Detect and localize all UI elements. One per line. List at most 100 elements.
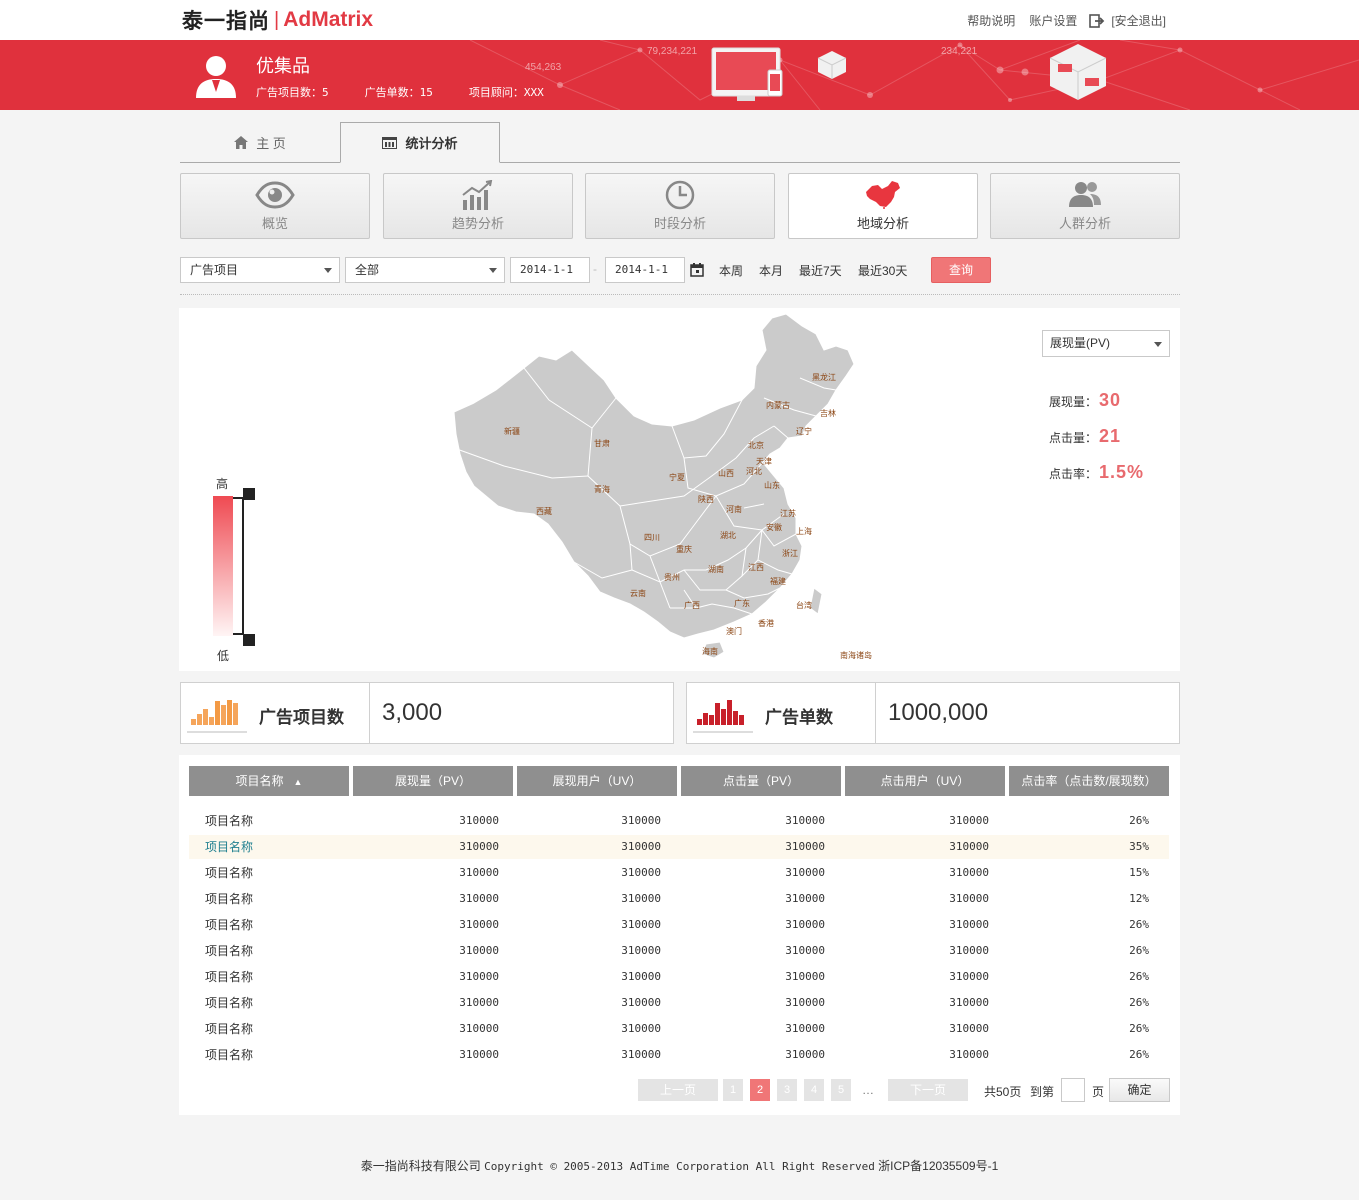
province-label[interactable]: 江苏 [780,508,796,518]
map-mainland[interactable] [453,313,855,639]
category-overview[interactable]: 概览 [180,173,370,239]
scope-select[interactable]: 全部 [345,257,505,283]
tab-statistics[interactable]: 统计分析 [340,122,500,163]
province-label[interactable]: 山西 [718,468,734,478]
table-row[interactable]: 项目名称 310000 310000 310000 310000 26% [189,809,1169,833]
column-header-ctr[interactable]: 点击率（点击数/展现数） [1009,766,1169,796]
category-time[interactable]: 时段分析 [585,173,775,239]
footer-icp[interactable]: 浙ICP备12035509号-1 [878,1159,998,1173]
quick-last-30-days[interactable]: 最近30天 [858,262,907,279]
province-label[interactable]: 辽宁 [796,426,812,436]
page-4[interactable]: 4 [804,1079,824,1101]
province-label[interactable]: 浙江 [782,548,798,558]
row-project-name[interactable]: 项目名称 [205,809,253,833]
logo-separator: | [274,8,280,31]
quick-this-week[interactable]: 本周 [719,262,743,279]
province-label[interactable]: 澳门 [726,626,742,636]
page-1[interactable]: 1 [723,1079,743,1101]
province-label[interactable]: 宁夏 [669,472,685,482]
quick-last-7-days[interactable]: 最近7天 [799,262,842,279]
row-project-name[interactable]: 项目名称 [205,965,253,989]
column-header-uv[interactable]: 展现用户（UV） [517,766,677,796]
province-label[interactable]: 湖北 [720,531,736,540]
column-header-click-users[interactable]: 点击用户（UV） [845,766,1005,796]
tab-home[interactable]: 主 页 [180,122,340,163]
province-label[interactable]: 陕西 [698,494,714,504]
province-label[interactable]: 广西 [684,600,700,610]
province-label[interactable]: 江西 [748,563,764,572]
next-page-button[interactable]: 下一页 [888,1079,968,1101]
row-project-name[interactable]: 项目名称 [205,861,253,885]
row-project-name[interactable]: 项目名称 [205,835,253,859]
province-label[interactable]: 黑龙江 [812,372,836,382]
row-project-name[interactable]: 项目名称 [205,913,253,937]
metric-select[interactable]: 展现量(PV) [1042,330,1170,357]
province-label[interactable]: 山东 [764,480,780,490]
province-label[interactable]: 新疆 [504,426,520,436]
column-header-name[interactable]: 项目名称 ▲ [189,766,349,796]
row-cell: 26% [1129,814,1149,827]
province-label[interactable]: 重庆 [676,544,692,554]
project-select[interactable]: 广告项目 [180,257,340,283]
row-project-name[interactable]: 项目名称 [205,1017,253,1041]
province-label[interactable]: 海南 [702,646,718,656]
logo[interactable]: 泰一指尚 | AdMatrix [182,8,373,33]
row-project-name[interactable]: 项目名称 [205,939,253,963]
date-from-input[interactable]: 2014-1-1 [510,257,590,283]
table-row[interactable]: 项目名称 310000 310000 310000 310000 26% [189,965,1169,989]
table-row[interactable]: 项目名称 310000 310000 310000 310000 26% [189,1043,1169,1067]
table-row[interactable]: 项目名称 310000 310000 310000 310000 26% [189,913,1169,937]
goto-page-input[interactable] [1061,1078,1085,1102]
province-label[interactable]: 吉林 [820,408,836,418]
category-trend[interactable]: 趋势分析 [383,173,573,239]
account-settings-link[interactable]: 账户设置 [1029,12,1077,29]
province-label[interactable]: 四川 [644,533,660,542]
help-link[interactable]: 帮助说明 [967,12,1015,29]
province-label[interactable]: 香港 [758,618,774,628]
province-label[interactable]: 甘肃 [594,438,610,448]
china-map[interactable]: 黑龙江吉林辽宁 内蒙古新疆甘肃宁夏青海西藏 陕西 山西 北京天津河北山东河南 江苏上海 安徽… [444,308,884,671]
logo-cn: 泰一指尚 [182,10,270,33]
row-project-name[interactable]: 项目名称 [205,887,253,911]
page-5[interactable]: 5 [831,1079,851,1101]
province-label[interactable]: 内蒙古 [766,400,790,410]
province-label[interactable]: 西藏 [536,506,552,516]
table-row[interactable]: 项目名称 310000 310000 310000 310000 35% [189,835,1169,859]
province-label[interactable]: 云南 [630,588,646,598]
table-row[interactable]: 项目名称 310000 310000 310000 310000 12% [189,887,1169,911]
province-label[interactable]: 天津 [756,456,772,466]
goto-confirm-button[interactable]: 确定 [1109,1078,1170,1102]
province-label[interactable]: 安徽 [766,522,782,532]
province-label[interactable]: 台湾 [796,600,812,610]
category-audience[interactable]: 人群分析 [990,173,1180,239]
quick-this-month[interactable]: 本月 [759,262,783,279]
table-row[interactable]: 项目名称 310000 310000 310000 310000 26% [189,1017,1169,1041]
province-label[interactable]: 河南 [726,504,742,514]
row-project-name[interactable]: 项目名称 [205,991,253,1015]
table-row[interactable]: 项目名称 310000 310000 310000 310000 26% [189,939,1169,963]
row-project-name[interactable]: 项目名称 [205,1043,253,1067]
province-label[interactable]: 青海 [594,484,610,494]
page-3[interactable]: 3 [777,1079,797,1101]
column-header-clicks[interactable]: 点击量（PV） [681,766,841,796]
column-header-pv[interactable]: 展现量（PV） [353,766,513,796]
query-button[interactable]: 查询 [931,257,991,283]
date-to-input[interactable]: 2014-1-1 [605,257,685,283]
logout-link[interactable]: [安全退出] [1089,12,1166,29]
row-cell: 35% [1129,840,1149,853]
calendar-icon[interactable] [690,263,704,277]
province-label[interactable]: 南海诸岛 [840,650,872,660]
province-label[interactable]: 北京 [748,440,764,450]
prev-page-button[interactable]: 上一页 [638,1079,718,1101]
page-2[interactable]: 2 [750,1079,770,1101]
province-label[interactable]: 湖南 [708,564,724,574]
table-row[interactable]: 项目名称 310000 310000 310000 310000 26% [189,991,1169,1015]
province-label[interactable]: 贵州 [664,572,680,582]
table-row[interactable]: 项目名称 310000 310000 310000 310000 15% [189,861,1169,885]
province-label[interactable]: 上海 [796,526,812,536]
province-label[interactable]: 广东 [734,598,750,608]
row-cell: 310000 [785,892,825,905]
category-region[interactable]: 地域分析 [788,173,978,239]
province-label[interactable]: 河北 [746,466,762,476]
province-label[interactable]: 福建 [770,576,786,586]
